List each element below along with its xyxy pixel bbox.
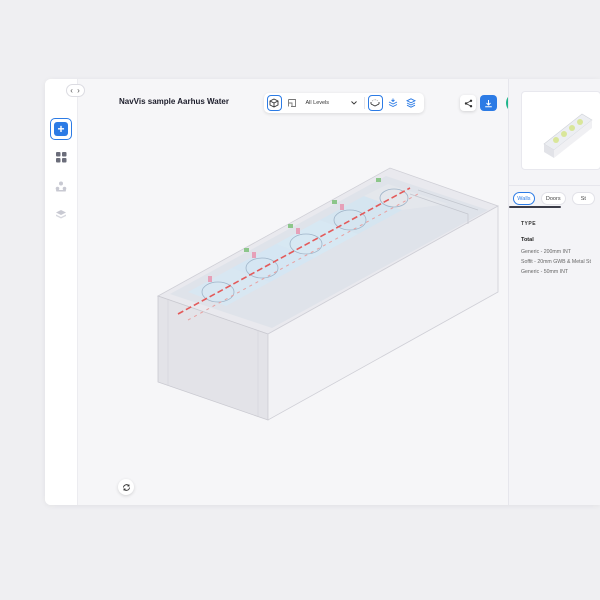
list-item[interactable]: Generic - 50mm INT xyxy=(521,269,568,275)
hierarchy-icon xyxy=(55,181,67,191)
building-model[interactable] xyxy=(148,164,508,424)
model-thumbnail[interactable] xyxy=(521,91,600,170)
sidebar-collapse-toggle[interactable]: ‹ › xyxy=(66,84,85,97)
stacked-layers-icon xyxy=(388,98,398,108)
grid-icon xyxy=(55,151,66,162)
section-view-button[interactable] xyxy=(367,95,383,111)
toolbar-divider xyxy=(363,97,365,109)
tab-stairs[interactable]: St xyxy=(571,192,595,205)
layers-icon xyxy=(405,98,416,108)
app-window: + NavVis sample Aarhus Water All Levels … xyxy=(45,79,600,505)
explode-levels-button[interactable] xyxy=(386,95,401,111)
chevron-left-right-icon: ‹ › xyxy=(70,86,81,95)
3d-viewport[interactable]: NavVis sample Aarhus Water All Levels xyxy=(78,79,538,505)
sync-button[interactable] xyxy=(118,479,134,495)
layers-icon xyxy=(56,209,66,218)
properties-panel: Walls Doors St TYPE Total Generic - 200m… xyxy=(508,79,600,505)
plus-icon: + xyxy=(54,122,68,136)
tab-walls[interactable]: Walls xyxy=(513,192,535,205)
list-item[interactable]: Soffit - 20mm GWB & Metal St xyxy=(521,259,591,265)
hierarchy-button[interactable] xyxy=(50,175,72,197)
type-heading: TYPE xyxy=(521,221,537,227)
3d-view-button[interactable] xyxy=(267,95,282,111)
tab-scroll-indicator[interactable] xyxy=(509,206,561,208)
project-title: NavVis sample Aarhus Water xyxy=(119,97,229,106)
objects-button[interactable] xyxy=(50,146,72,168)
layers-button[interactable] xyxy=(50,203,72,225)
left-sidebar: + xyxy=(45,79,78,505)
refresh-icon xyxy=(122,483,130,491)
add-button[interactable]: + xyxy=(50,118,72,140)
layers-toggle-button[interactable] xyxy=(403,95,418,111)
level-select-value: All Levels xyxy=(305,100,330,106)
cube-icon xyxy=(269,98,279,108)
section-box-icon xyxy=(370,99,380,107)
level-select[interactable]: All Levels xyxy=(303,96,360,110)
type-total-label: Total xyxy=(521,237,534,243)
share-button[interactable] xyxy=(460,95,476,111)
download-button[interactable] xyxy=(480,95,497,111)
tab-doors[interactable]: Doors xyxy=(540,192,566,205)
chevron-down-icon xyxy=(351,101,357,105)
share-icon xyxy=(464,99,472,107)
floorplan-button[interactable] xyxy=(285,95,300,111)
list-item[interactable]: Generic - 200mm INT xyxy=(521,249,571,255)
download-icon xyxy=(485,99,492,107)
floorplan-icon xyxy=(288,99,297,107)
thumbnail-preview xyxy=(543,113,593,158)
view-toolbar: All Levels xyxy=(264,93,424,113)
